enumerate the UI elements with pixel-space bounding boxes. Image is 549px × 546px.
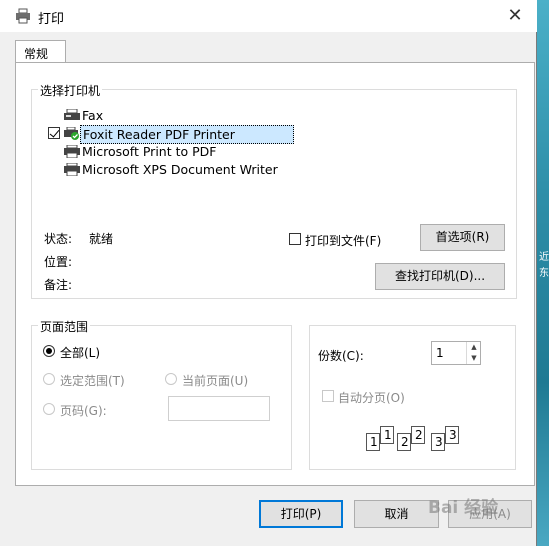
cancel-button[interactable]: 取消 bbox=[354, 500, 439, 528]
window-title: 打印 bbox=[38, 12, 65, 27]
find-printer-button[interactable]: 查找打印机(D)... bbox=[375, 263, 505, 290]
all-pages-radio[interactable] bbox=[43, 345, 55, 357]
page-icon: 3 bbox=[431, 433, 445, 451]
title-bar: 打印 ✕ bbox=[0, 0, 537, 32]
preferences-button[interactable]: 首选项(R) bbox=[420, 224, 505, 251]
spin-down-icon[interactable]: ▼ bbox=[467, 353, 481, 363]
status-value: 就绪 bbox=[89, 232, 114, 246]
selection-radio[interactable] bbox=[43, 373, 55, 385]
printer-name: Microsoft XPS Document Writer bbox=[82, 162, 278, 177]
all-pages-label: 全部(L) bbox=[60, 346, 101, 360]
tab-label: 常规 bbox=[24, 47, 49, 61]
printer-name: Microsoft Print to PDF bbox=[82, 144, 217, 159]
page-numbers-radio[interactable] bbox=[43, 403, 55, 415]
desktop-icon-label: 东 bbox=[539, 268, 549, 279]
copies-label: 份数(C): bbox=[318, 349, 364, 363]
location-label: 位置: bbox=[44, 255, 73, 269]
comment-label: 备注: bbox=[44, 278, 73, 292]
collate-label: 自动分页(O) bbox=[338, 391, 405, 405]
tab-general[interactable]: 常规 bbox=[15, 40, 66, 63]
printer-name: Foxit Reader PDF Printer bbox=[80, 125, 294, 144]
printer-name: Fax bbox=[82, 108, 104, 123]
current-page-label: 当前页面(U) bbox=[182, 374, 249, 388]
page-numbers-label: 页码(G): bbox=[60, 404, 107, 418]
watermark-logo: Bai 经验 bbox=[428, 498, 499, 518]
printer-group-label: 选择打印机 bbox=[38, 82, 103, 99]
selected-check-icon bbox=[48, 127, 60, 139]
spin-up-icon[interactable]: ▲ bbox=[467, 342, 481, 352]
page-numbers-input[interactable] bbox=[168, 396, 270, 421]
copies-spinner: ▲ ▼ bbox=[466, 342, 481, 364]
close-icon: ✕ bbox=[507, 5, 523, 26]
close-button[interactable]: ✕ bbox=[493, 0, 537, 32]
print-button[interactable]: 打印(P) bbox=[259, 500, 343, 528]
page-icon: 1 bbox=[380, 426, 394, 444]
print-dialog: 打印 ✕ 常规 选择打印机 Fax Foxit Reader PDF Print… bbox=[0, 0, 537, 546]
page-icon: 1 bbox=[366, 433, 380, 451]
page-icon: 3 bbox=[445, 426, 459, 444]
desktop-icon-label: 近 bbox=[539, 252, 549, 263]
copies-stepper[interactable]: 1 ▲ ▼ bbox=[431, 341, 481, 365]
fax-icon bbox=[64, 109, 80, 120]
status-label: 状态: bbox=[44, 232, 73, 246]
default-printer-icon bbox=[64, 127, 79, 140]
copies-value: 1 bbox=[436, 346, 444, 360]
printer-icon bbox=[16, 8, 30, 24]
selection-label: 选定范围(T) bbox=[60, 374, 125, 388]
current-page-radio[interactable] bbox=[165, 373, 177, 385]
printer-icon bbox=[64, 163, 80, 176]
page-icon: 2 bbox=[411, 426, 425, 444]
collate-checkbox[interactable] bbox=[322, 390, 334, 402]
print-to-file-checkbox[interactable] bbox=[289, 233, 301, 245]
printer-icon bbox=[64, 145, 80, 158]
print-to-file-label[interactable]: 打印到文件(F) bbox=[305, 232, 381, 249]
page-icon: 2 bbox=[397, 433, 411, 451]
page-range-label: 页面范围 bbox=[38, 318, 91, 335]
